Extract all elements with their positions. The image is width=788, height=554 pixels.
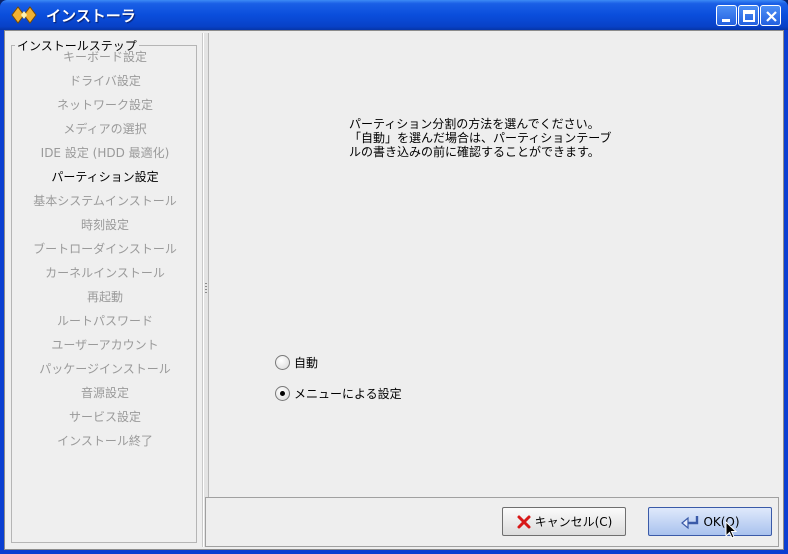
radio-auto-button[interactable] <box>275 354 290 370</box>
enter-arrow-icon <box>681 515 699 529</box>
ok-button[interactable]: OK(O) <box>648 507 772 536</box>
cancel-button-label: キャンセル(C) <box>534 515 613 529</box>
step-packages: パッケージインストール <box>39 362 171 376</box>
title-bar[interactable]: インストーラ <box>0 0 788 30</box>
maximize-button[interactable] <box>738 5 759 26</box>
step-base-system: 基本システムインストール <box>33 194 177 208</box>
description-line: 「自動」を選んだ場合は、パーティションテーブ <box>349 131 612 145</box>
installer-icon <box>11 6 37 24</box>
step-reboot: 再起動 <box>86 290 123 304</box>
step-ide: IDE 設定 (HDD 最適化) <box>40 146 170 160</box>
splitter-grip <box>205 283 207 295</box>
window-client-area: インストールステップ キーボード設定 ドライバ設定 ネットワーク設定 メディアの… <box>4 30 784 550</box>
radio-menu[interactable]: メニューによる設定 <box>275 383 402 403</box>
steps-sidebar: インストールステップ キーボード設定 ドライバ設定 ネットワーク設定 メディアの… <box>7 33 203 547</box>
radio-menu-label[interactable]: メニューによる設定 <box>294 385 402 402</box>
step-bootloader: ブートローダインストール <box>33 242 177 256</box>
close-icon <box>766 11 777 22</box>
description-line: パーティション分割の方法を選んでください。 <box>349 117 600 131</box>
step-finish: インストール終了 <box>57 434 153 448</box>
window-title: インストーラ <box>46 7 136 25</box>
maximize-icon <box>743 10 755 22</box>
step-user-account: ユーザーアカウント <box>51 338 159 352</box>
step-keyboard: キーボード設定 <box>62 50 147 64</box>
step-kernel: カーネルインストール <box>45 266 165 280</box>
installer-window: インストーラ インストールステップ キーボード設定 ドライバ設定 ネットワーク設… <box>0 0 788 554</box>
minimize-icon <box>722 19 730 22</box>
step-services: サービス設定 <box>68 410 141 424</box>
main-panel: パーティション分割の方法を選んでください。 「自動」を選んだ場合は、パーティショ… <box>209 33 781 497</box>
button-bar: キャンセル(C) OK(O) <box>205 497 779 547</box>
radio-auto-label[interactable]: 自動 <box>294 354 318 371</box>
red-x-icon <box>517 515 531 528</box>
description-line: ルの書き込みの前に確認することができます。 <box>349 145 600 159</box>
step-root-password: ルートパスワード <box>56 314 153 328</box>
step-partition: パーティション設定 <box>51 170 159 184</box>
step-sound: 音源設定 <box>80 386 129 400</box>
minimize-button[interactable] <box>716 5 737 26</box>
radio-menu-button[interactable] <box>275 385 290 401</box>
step-media: メディアの選択 <box>63 122 147 136</box>
radio-auto[interactable]: 自動 <box>275 352 318 372</box>
step-driver: ドライバ設定 <box>69 74 141 88</box>
mouse-cursor-icon <box>725 521 737 539</box>
step-network: ネットワーク設定 <box>56 98 153 112</box>
cancel-button[interactable]: キャンセル(C) <box>502 507 626 536</box>
close-button[interactable] <box>760 5 781 26</box>
description-text: パーティション分割の方法を選んでください。 「自動」を選んだ場合は、パーティショ… <box>349 117 669 159</box>
step-time: 時刻設定 <box>80 218 129 232</box>
